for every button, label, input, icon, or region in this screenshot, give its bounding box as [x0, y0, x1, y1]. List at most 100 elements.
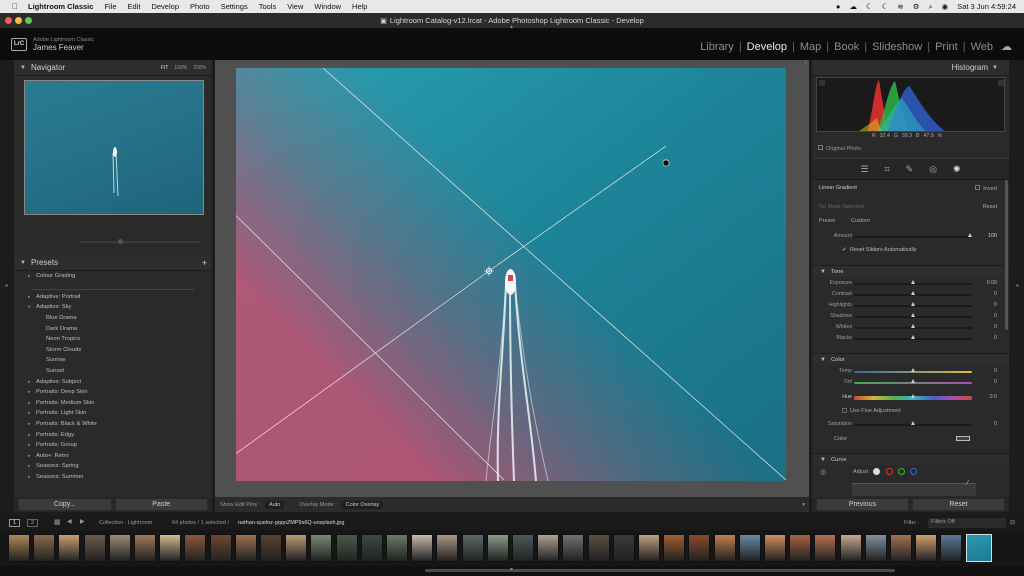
preset-item[interactable]: ▸ Portraits: Edgy — [14, 429, 212, 440]
user-icon[interactable]: ◉ — [942, 2, 949, 11]
paste-button[interactable]: Paste — [114, 498, 208, 511]
temp-slider[interactable]: Temp 0 — [812, 367, 1009, 376]
moon-icon[interactable]: ☾ — [866, 2, 873, 11]
target-adjust-icon[interactable]: ◎ — [820, 468, 826, 476]
color-swatch[interactable] — [956, 436, 970, 441]
filmstrip-thumbnail[interactable] — [915, 534, 938, 562]
filmstrip-thumbnail[interactable] — [839, 534, 862, 562]
preset-item[interactable]: Neon Tropics — [14, 334, 212, 345]
collection-label[interactable]: Collection : Lightroom — [99, 520, 152, 526]
slider-value[interactable]: 0.00 — [987, 280, 997, 286]
preset-dropdown[interactable]: Custom — [851, 218, 870, 224]
edit-pins-dropdown[interactable]: Auto — [265, 500, 285, 509]
filmstrip-thumbnail[interactable] — [360, 534, 383, 562]
previous-button[interactable]: Previous — [816, 498, 909, 511]
filmstrip-thumbnail[interactable] — [562, 534, 585, 562]
slider-knob[interactable] — [910, 291, 915, 295]
preset-item[interactable]: Storm Clouds — [14, 345, 212, 356]
edit-sliders-icon[interactable]: ☰ — [860, 164, 868, 175]
photo-with-mask[interactable] — [236, 68, 786, 481]
preset-item[interactable]: ▸ Portraits: Light Skin — [14, 408, 212, 419]
preset-item[interactable]: ▸ Colour Grading — [14, 271, 212, 282]
preset-item[interactable]: Blue Drama — [14, 313, 212, 324]
filmstrip-thumbnail[interactable] — [587, 534, 610, 562]
slider-value[interactable]: 0 — [994, 291, 997, 297]
filmstrip-thumbnail[interactable] — [940, 534, 963, 562]
monitor-2-button[interactable]: 2 — [27, 519, 39, 527]
tone-slider-blacks[interactable]: Blacks 0 — [812, 334, 1009, 343]
filmstrip-thumbnail[interactable] — [310, 534, 333, 562]
grid-view-icon[interactable]: ▦ — [54, 518, 61, 526]
filmstrip-thumbnail[interactable] — [764, 534, 786, 562]
histogram-header[interactable]: Histogram ▼ — [812, 60, 1009, 76]
menu-app[interactable]: Lightroom Classic — [28, 2, 93, 11]
filmstrip-thumbnail[interactable] — [134, 534, 156, 562]
temp-value[interactable]: 0 — [994, 368, 997, 374]
filmstrip-thumbnail[interactable] — [864, 534, 887, 562]
original-photo-toggle[interactable]: Original Photo — [818, 145, 861, 152]
amount-slider[interactable]: Amount 100 — [812, 232, 1009, 241]
eyedropper-icon[interactable]: ⁄ — [967, 480, 968, 487]
saturation-slider[interactable]: Saturation 0 — [812, 420, 1009, 429]
filmstrip-thumbnail[interactable] — [386, 534, 408, 562]
filmstrip-thumbnail[interactable] — [108, 534, 131, 562]
filmstrip-thumbnail[interactable] — [83, 534, 106, 562]
left-panel-toggle-icon[interactable]: ◂ — [2, 282, 10, 290]
filmstrip-thumbnail[interactable] — [234, 534, 257, 562]
module-map[interactable]: Map — [800, 41, 821, 53]
color-header[interactable]: ▼ Color — [812, 353, 1009, 365]
filmstrip-scrollbar[interactable] — [425, 569, 895, 572]
zoom-100[interactable]: 100% — [174, 65, 187, 71]
red-eye-icon[interactable]: ◎ — [929, 164, 937, 175]
amount-knob[interactable] — [968, 233, 973, 237]
preset-item[interactable]: Sunset — [14, 366, 212, 377]
amount-value[interactable]: 100 — [988, 233, 997, 239]
preset-item[interactable]: ▸ Auto+: Retro — [14, 451, 212, 462]
filmstrip-thumbnail[interactable] — [738, 534, 761, 562]
curve-rgb-button[interactable] — [873, 468, 880, 475]
creative-cloud-icon[interactable]: ☁ — [849, 2, 857, 11]
slider-knob[interactable] — [910, 280, 915, 284]
filmstrip-thumbnail[interactable] — [285, 534, 308, 562]
filmstrip-thumbnail[interactable] — [890, 534, 912, 562]
menu-edit[interactable]: Edit — [128, 2, 141, 11]
center-resize-icon[interactable]: ⁞ — [805, 61, 806, 67]
menu-photo[interactable]: Photo — [190, 2, 210, 11]
preset-item[interactable]: ▸ Portraits: Deep Skin — [14, 387, 212, 398]
filmstrip-thumbnail[interactable] — [814, 534, 837, 562]
menu-settings[interactable]: Settings — [221, 2, 248, 11]
filter-dropdown[interactable]: Filters Off — [928, 518, 1006, 528]
tone-header[interactable]: ▼ Tone — [812, 265, 1009, 277]
filmstrip-thumbnail[interactable] — [663, 534, 686, 562]
crop-icon[interactable]: ⌗ — [885, 164, 890, 175]
apple-menu-icon[interactable]:  — [10, 2, 20, 11]
curve-red-button[interactable] — [886, 468, 893, 475]
add-preset-icon[interactable]: + — [202, 258, 207, 268]
tint-knob[interactable] — [910, 379, 915, 383]
amount-track[interactable] — [854, 236, 972, 238]
healing-icon[interactable]: ✎ — [906, 164, 914, 175]
filmstrip-thumbnail[interactable] — [537, 534, 560, 562]
clock[interactable]: Sat 3 Jun 4:59:24 — [957, 2, 1016, 11]
filmstrip-thumbnail[interactable] — [965, 534, 992, 562]
histogram-graph[interactable] — [816, 77, 1005, 132]
filmstrip-thumbnail[interactable] — [789, 534, 812, 562]
temp-knob[interactable] — [910, 368, 915, 372]
slider-value[interactable]: 0 — [994, 335, 997, 341]
module-slideshow[interactable]: Slideshow — [872, 41, 922, 53]
filmstrip-thumbnail[interactable] — [461, 534, 484, 562]
filmstrip-thumbnail[interactable] — [184, 534, 207, 562]
filename[interactable]: nathan-queloz-gqqoZMP9s6Q-unsplash.jpg — [238, 520, 344, 526]
module-web[interactable]: Web — [971, 41, 993, 53]
hue-slider[interactable]: Hue 0.0 — [812, 393, 1009, 402]
slider-value[interactable]: 0 — [994, 324, 997, 330]
overlay-dropdown[interactable]: Color Overlay — [341, 500, 384, 509]
slider-knob[interactable] — [910, 302, 915, 306]
filmstrip-thumbnail[interactable] — [33, 534, 56, 562]
menu-develop[interactable]: Develop — [151, 2, 179, 11]
presets-header[interactable]: ▼ Presets + — [14, 255, 212, 271]
tone-slider-highlights[interactable]: Highlights 0 — [812, 301, 1009, 310]
right-panel-toggle-icon[interactable]: ▸ — [1014, 282, 1022, 290]
module-library[interactable]: Library — [700, 41, 734, 53]
curve-green-button[interactable] — [898, 468, 905, 475]
